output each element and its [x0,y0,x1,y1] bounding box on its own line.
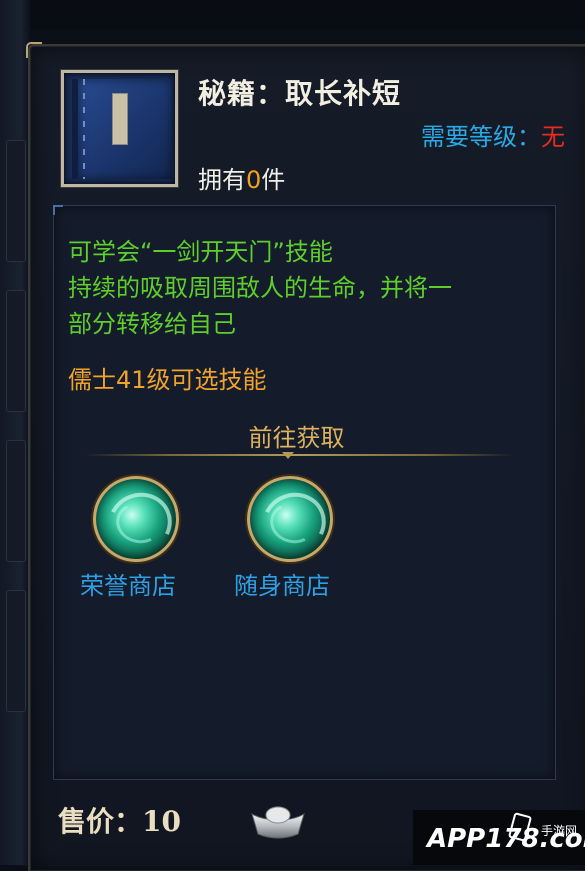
portable-shop-label[interactable]: 随身商店 [234,566,330,601]
portable-shop-button[interactable] [247,476,333,562]
description-line: 持续的吸取周围敌人的生命，并将一 [68,274,452,302]
owned-count: 拥有0件 [198,160,285,195]
honor-shop-label[interactable]: 荣誉商店 [80,566,176,601]
side-slot [6,290,26,412]
top-bar [0,0,585,30]
description-line: 部分转移给自己 [68,310,236,338]
side-slot [6,140,26,262]
owned-number: 0 [246,166,262,194]
owned-prefix: 拥有 [198,166,246,194]
required-level-label: 需要等级： [421,123,541,151]
divider-arrow-icon [282,452,294,459]
description-line: 可学会“一剑开天门”技能 [68,238,333,266]
item-icon-frame [61,70,178,187]
honor-shop-button[interactable] [93,476,179,562]
watermark-logo: APP178.com 手游网 [413,810,585,865]
acquire-divider [84,454,514,456]
acquire-heading: 前往获取 [248,424,345,452]
silver-ingot-icon [251,806,305,839]
sell-price: 售价：10 [58,805,181,838]
side-slot [6,440,26,562]
class-requirement: 儒士41级可选技能 [68,366,267,394]
book-label [112,93,128,145]
required-level: 需要等级：无 [421,117,565,152]
item-title: 秘籍：取长补短 [198,77,402,110]
side-slot [6,590,26,712]
owned-suffix: 件 [261,166,286,194]
description-corner [53,205,63,215]
panel-corner-ornament [26,42,42,58]
required-level-value: 无 [541,123,565,151]
watermark-subtext: 手游网 [541,824,578,838]
skill-book-icon [72,79,172,179]
